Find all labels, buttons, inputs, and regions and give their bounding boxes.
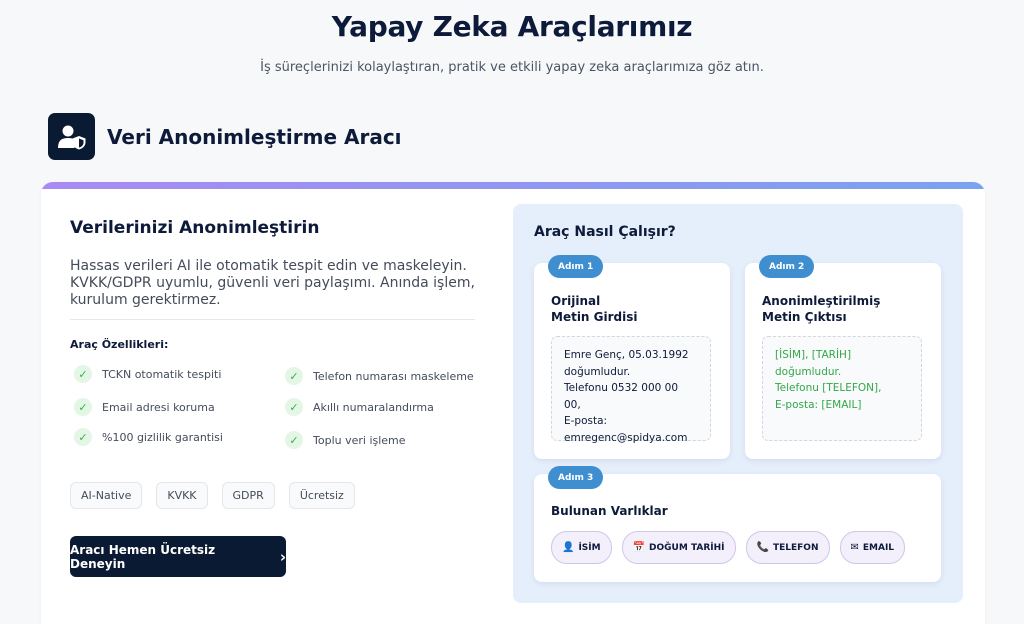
step-badge: Adım 1 [548,255,604,278]
check-icon: ✓ [285,431,303,449]
entity-label: TELEFON [772,542,819,553]
entity-label: DOĞUM TARİHİ [649,542,725,553]
text-line: doğumludur. [564,365,631,378]
try-tool-button[interactable]: Aracı Hemen Ücretsiz Deneyin › [70,536,286,577]
card-accent-bar [41,182,985,189]
try-tool-button-label: Aracı Hemen Ücretsiz Deneyin [70,542,216,571]
text-line: [İSİM], [TARİH] [775,349,852,361]
feature-label: %100 gizlilik garantisi [102,430,223,444]
feature-label: Email adresi koruma [102,400,215,414]
text-line: emregenc@spidya.com [564,431,688,444]
feature-item: ✓ Akıllı numaralandırma [285,398,434,416]
tag-gdpr: GDPR [221,482,275,509]
tool-description: Hassas verileri AI ile otomatik tespit e… [70,258,475,308]
chevron-right-icon: › [279,547,286,566]
features-list: ✓ TCKN otomatik tespiti ✓ Telefon numara… [70,365,475,461]
feature-label: Telefon numarası maskeleme [313,369,474,383]
step-title-line: Metin Girdisi [551,310,638,324]
text-line: E-posta: [564,415,608,427]
original-text-box: Emre Genç, 05.03.1992 doğumludur. Telefo… [551,336,711,444]
check-icon: ✓ [285,367,303,385]
feature-item: ✓ Toplu veri işleme [285,431,406,449]
step-3-card: Adım 3 Bulunan Varlıklar 👤 İSİM 📅 DOĞUM … [534,466,941,582]
entity-chip-birthdate: 📅 DOĞUM TARİHİ [621,531,736,564]
feature-item: ✓ Telefon numarası maskeleme [285,367,474,385]
section-heading: Verilerinizi Anonimleştirin [70,218,320,238]
envelope-icon: ✉ [850,542,859,553]
how-it-works-panel: Araç Nasıl Çalışır? Adım 1 Orijinal Meti… [513,204,963,603]
step-1-card: Adım 1 Orijinal Metin Girdisi Emre Genç,… [534,255,730,459]
user-shield-icon [48,113,95,160]
tool-card: Verilerinizi Anonimleştirin Hassas veril… [41,182,985,624]
entity-chip-email: ✉ EMAIL [839,531,906,564]
page-title: Yapay Zeka Araçlarımız [331,10,693,43]
entity-label: EMAIL [862,542,895,553]
phone-icon: 📞 [756,542,769,553]
entity-chip-phone: 📞 TELEFON [745,531,830,564]
step-2-card: Adım 2 Anonimleştirilmiş Metin Çıktısı [… [745,255,941,459]
feature-label: TCKN otomatik tespiti [102,367,222,381]
step-title: Orijinal Metin Girdisi [551,293,638,325]
feature-item: ✓ %100 gizlilik garantisi [74,428,223,446]
step-title-line: Metin Çıktısı [762,310,847,324]
entity-label: İSİM [578,542,601,553]
step-title: Anonimleştirilmiş Metin Çıktısı [762,293,880,325]
feature-item: ✓ Email adresi koruma [74,398,215,416]
divider [70,319,475,320]
tool-info-section: Verilerinizi Anonimleştirin Hassas veril… [70,218,475,461]
tag-ai-native: AI-Native [70,482,143,509]
text-line: Telefonu 0532 000 00 00, [564,382,679,411]
step-title-line: Anonimleştirilmiş [762,294,881,308]
feature-label: Toplu veri işleme [313,433,406,447]
tag-free: Ücretsiz [288,482,355,509]
tag-list: AI-Native KVKK GDPR Ücretsiz [70,482,355,509]
tag-kvkk: KVKK [156,482,208,509]
check-icon: ✓ [285,398,303,416]
feature-label: Akıllı numaralandırma [313,400,434,414]
check-icon: ✓ [74,365,92,383]
tool-title: Veri Anonimleştirme Aracı [107,124,402,149]
entity-chip-name: 👤 İSİM [551,531,612,564]
text-line: Emre Genç, 05.03.1992 [564,349,689,361]
step-badge: Adım 3 [548,466,604,489]
how-it-works-heading: Araç Nasıl Çalışır? [534,224,676,240]
text-line: doğumludur. [775,365,842,378]
check-icon: ✓ [74,428,92,446]
step-title: Bulunan Varlıklar [551,504,668,518]
features-title: Araç Özellikleri: [70,338,169,351]
anonymized-text-box: [İSİM], [TARİH] doğumludur. Telefonu [TE… [762,336,922,441]
step-badge: Adım 2 [759,255,815,278]
user-icon: 👤 [562,542,575,553]
check-icon: ✓ [74,398,92,416]
tool-header: Veri Anonimleştirme Aracı [48,113,402,160]
step-title-line: Orijinal [551,294,601,308]
feature-item: ✓ TCKN otomatik tespiti [74,365,221,383]
entity-list: 👤 İSİM 📅 DOĞUM TARİHİ 📞 TELEFON ✉ EMAIL [551,531,906,564]
text-line: Telefonu [TELEFON], [775,382,882,394]
calendar-icon: 📅 [632,542,646,553]
text-line: E-posta: [EMAIL] [775,398,862,411]
page-subtitle: İş süreçlerinizi kolaylaştıran, pratik v… [260,60,764,75]
